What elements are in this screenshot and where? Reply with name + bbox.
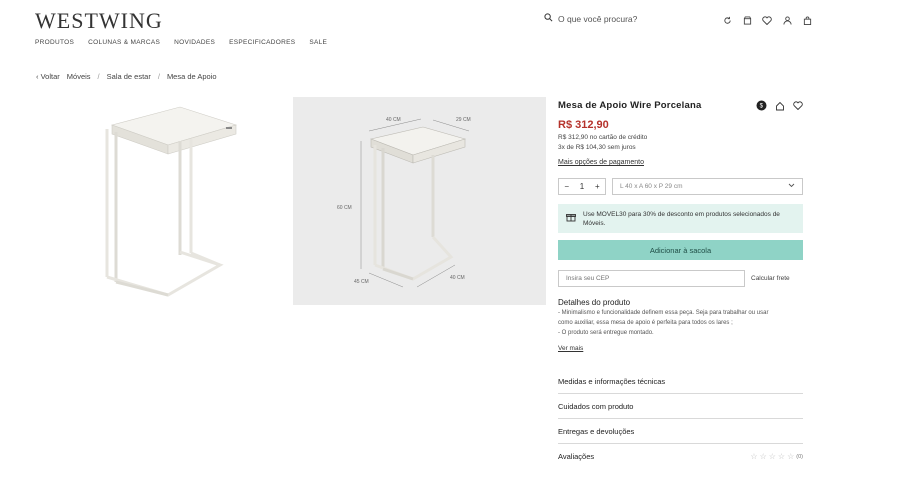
star-icon: ☆ xyxy=(750,452,758,461)
header-icons xyxy=(722,15,812,25)
gift-icon xyxy=(566,212,576,225)
payment-options-link[interactable]: Mais opções de pagamento xyxy=(558,159,644,166)
dimension-height: 60 CM xyxy=(337,205,352,211)
rating-count: (0) xyxy=(796,453,803,460)
dimension-base-depth: 45 CM xyxy=(354,279,369,285)
cep-input[interactable] xyxy=(558,270,745,287)
qty-value[interactable]: 1 xyxy=(580,182,584,191)
product-price: R$ 312,90 xyxy=(558,119,609,131)
breadcrumb-separator: / xyxy=(157,72,160,81)
description-line: - Minimalismo e funcionalidade definem e… xyxy=(558,310,769,316)
back-label: Voltar xyxy=(40,72,60,81)
breadcrumb-sala-de-estar[interactable]: Sala de estar xyxy=(107,72,151,81)
qty-minus-button[interactable]: − xyxy=(564,182,569,191)
chevron-left-icon: ‹ xyxy=(36,72,39,81)
add-to-cart-button[interactable]: Adicionar à sacola xyxy=(558,240,803,260)
search-icon xyxy=(544,13,553,24)
star-icon: ☆ xyxy=(768,452,776,461)
breadcrumb-moveis[interactable]: Móveis xyxy=(67,72,91,81)
qty-plus-button[interactable]: + xyxy=(595,182,600,191)
accordion-delivery[interactable]: Entregas e devoluções xyxy=(558,419,803,444)
description-line: como auxiliar, essa mesa de apoio é perf… xyxy=(558,320,733,326)
purchase-options: − 1 + L 40 x A 60 x P 29 cm xyxy=(558,178,803,195)
store-icon[interactable] xyxy=(742,15,752,25)
main-nav: PRODUTOS COLUNAS & MARCAS NOVIDADES ESPE… xyxy=(35,39,327,46)
dimension-base-width: 40 CM xyxy=(450,275,465,281)
product-image-main[interactable] xyxy=(60,97,292,307)
heart-icon[interactable] xyxy=(762,15,772,25)
size-select[interactable]: L 40 x A 60 x P 29 cm xyxy=(612,178,803,195)
installments: 3x de R$ 104,30 sem juros xyxy=(558,144,636,151)
accordion-reviews[interactable]: Avaliações ☆ ☆ ☆ ☆ ☆ (0) xyxy=(558,444,803,469)
nav-item-especificadores[interactable]: ESPECIFICADORES xyxy=(229,39,295,46)
wishlist-heart-icon[interactable] xyxy=(792,100,803,111)
shipping-calculator: Calcular frete xyxy=(558,270,803,287)
breadcrumb-separator: / xyxy=(97,72,100,81)
back-link[interactable]: ‹ Voltar xyxy=(36,72,60,81)
product-accordion: Medidas e informações técnicas Cuidados … xyxy=(558,369,803,469)
calculate-shipping-button[interactable]: Calcular frete xyxy=(751,275,790,282)
home-icon[interactable] xyxy=(774,100,785,111)
accordion-care[interactable]: Cuidados com produto xyxy=(558,394,803,419)
product-details: Mesa de Apoio Wire Porcelana $ R$ 312,90… xyxy=(558,100,803,469)
breadcrumb: ‹ Voltar Móveis / Sala de estar / Mesa d… xyxy=(36,72,217,81)
nav-item-colunas-marcas[interactable]: COLUNAS & MARCAS xyxy=(88,39,160,46)
bag-icon[interactable] xyxy=(802,15,812,25)
size-value: L 40 x A 60 x P 29 cm xyxy=(620,183,683,190)
refresh-icon[interactable] xyxy=(722,15,732,25)
product-image-dimensions[interactable]: 40 CM 29 CM 60 CM 45 CM 40 CM xyxy=(293,97,546,305)
accordion-label: Medidas e informações técnicas xyxy=(558,376,666,386)
title-icons: $ xyxy=(756,100,803,111)
promo-banner: Use MOVEL30 para 30% de desconto em prod… xyxy=(558,204,803,233)
nav-item-produtos[interactable]: PRODUTOS xyxy=(35,39,74,46)
rating-stars: ☆ ☆ ☆ ☆ ☆ (0) xyxy=(750,452,803,461)
badge-icon[interactable]: $ xyxy=(756,100,767,111)
card-price: R$ 312,90 no cartão de crédito xyxy=(558,134,648,141)
nav-item-novidades[interactable]: NOVIDADES xyxy=(174,39,215,46)
promo-text: Use MOVEL30 para 30% de desconto em prod… xyxy=(583,210,780,227)
product-title: Mesa de Apoio Wire Porcelana xyxy=(558,100,702,111)
search-bar[interactable]: O que você procura? xyxy=(544,13,637,24)
title-row: Mesa de Apoio Wire Porcelana $ xyxy=(558,100,803,111)
nav-item-sale[interactable]: SALE xyxy=(309,39,327,46)
logo[interactable]: WESTWING xyxy=(35,8,163,34)
breadcrumb-mesa-de-apoio[interactable]: Mesa de Apoio xyxy=(167,72,217,81)
star-icon: ☆ xyxy=(759,452,767,461)
accordion-measures[interactable]: Medidas e informações técnicas xyxy=(558,369,803,394)
search-placeholder: O que você procura? xyxy=(558,13,638,24)
accordion-label: Entregas e devoluções xyxy=(558,426,635,436)
accordion-label: Avaliações xyxy=(558,452,595,461)
description-title: Detalhes do produto xyxy=(558,298,631,307)
dimension-top-width: 40 CM xyxy=(386,117,401,123)
accordion-label: Cuidados com produto xyxy=(558,401,634,411)
see-more-link[interactable]: Ver mais xyxy=(558,345,583,352)
dimension-top-depth: 29 CM xyxy=(456,117,471,123)
chevron-down-icon xyxy=(788,183,795,190)
user-icon[interactable] xyxy=(782,15,792,25)
quantity-stepper: − 1 + xyxy=(558,178,606,195)
star-icon: ☆ xyxy=(787,452,795,461)
star-icon: ☆ xyxy=(777,452,786,461)
description-line: - O produto será entregue montado. xyxy=(558,330,654,336)
